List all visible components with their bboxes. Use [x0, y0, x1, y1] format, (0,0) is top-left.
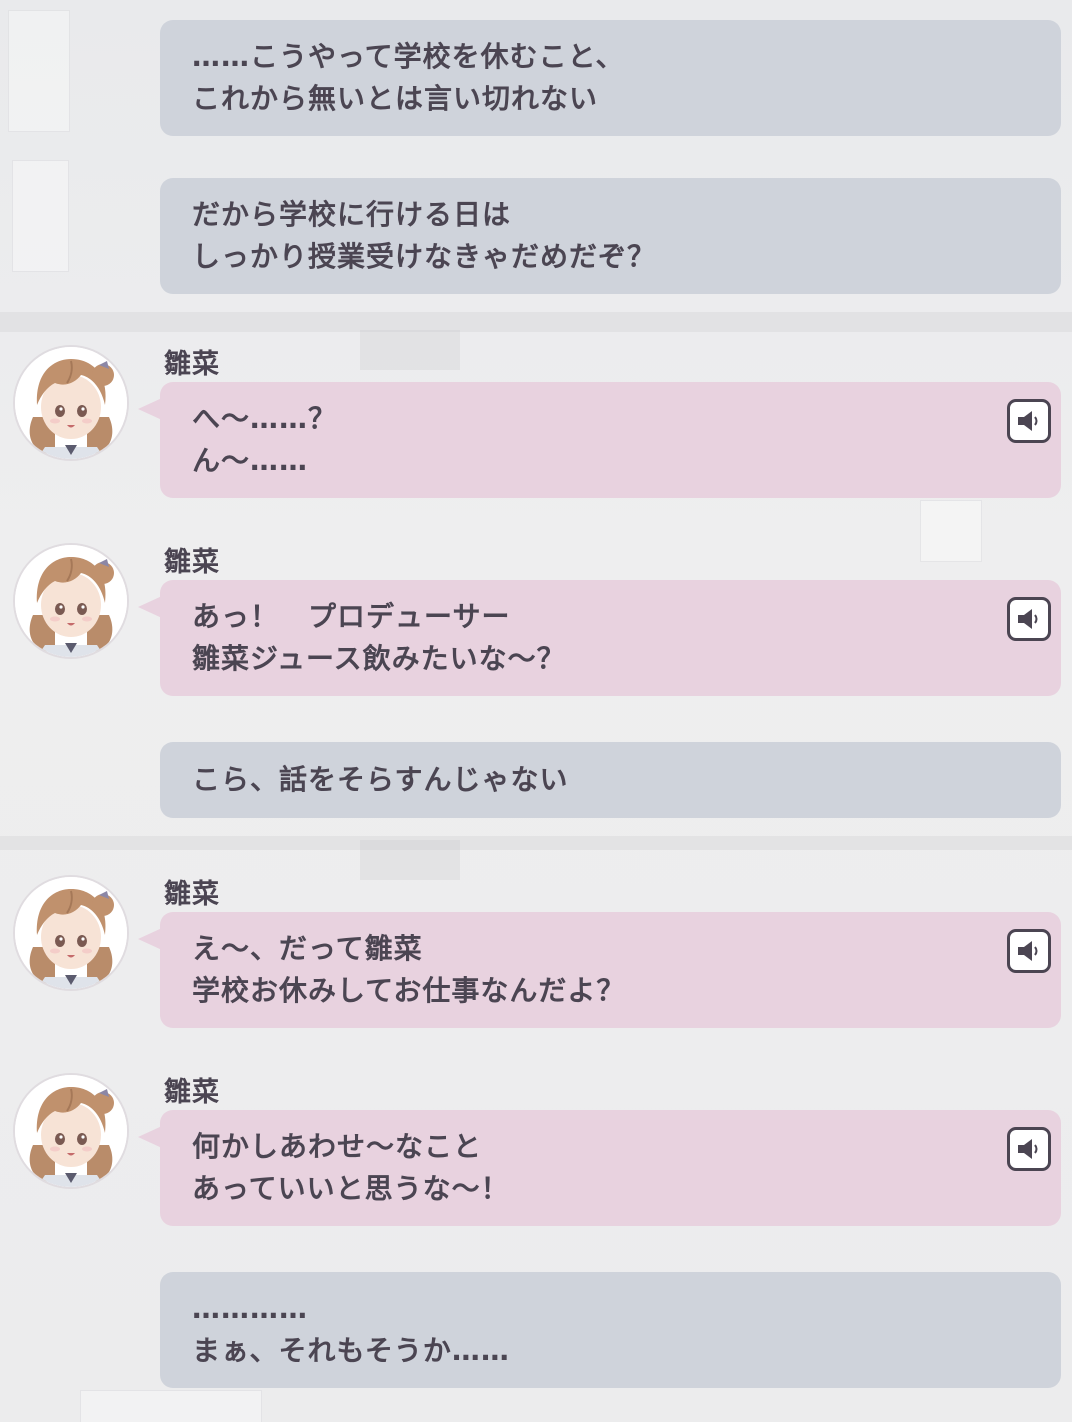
character-bubble: へ～……？ ん～……: [138, 382, 1061, 498]
speaker-icon: [1018, 941, 1038, 961]
voice-play-button[interactable]: [1007, 929, 1051, 973]
narration-bubble: だから学校に行ける日は しっかり授業受けなきゃだめだぞ？: [160, 178, 1061, 294]
message-line: ……こうやって学校を休むこと、: [192, 40, 625, 73]
narration-bubble: ……こうやって学校を休むこと、 これから無いとは言い切れない: [160, 20, 1061, 136]
message-line: 学校お休みしてお仕事なんだよ？: [192, 974, 626, 1007]
speaker-name: 雛菜: [164, 1077, 220, 1108]
voice-play-button[interactable]: [1007, 1127, 1051, 1171]
voice-play-button[interactable]: [1007, 597, 1051, 641]
character-bubble: え～、だって雛菜 学校お休みしてお仕事なんだよ？: [138, 912, 1061, 1028]
character-bubble: 何かしあわせ～なこと あっていいと思うな～！: [138, 1110, 1061, 1226]
character-bubble: あっ！ プロデューサー 雛菜ジュース飲みたいな～？: [138, 580, 1061, 696]
character-avatar: [15, 1075, 127, 1187]
voice-play-button[interactable]: [1007, 399, 1051, 443]
message-line: まぁ、それもそうか……: [192, 1334, 510, 1367]
character-avatar: [15, 347, 127, 459]
speaker-icon: [1018, 1139, 1038, 1159]
message-line: あっていいと思うな～！: [192, 1172, 510, 1205]
message-line: 雛菜ジュース飲みたいな～？: [192, 642, 566, 675]
character-avatar: [15, 877, 127, 989]
speaker-name: 雛菜: [164, 547, 220, 578]
speaker-name: 雛菜: [164, 879, 220, 910]
message-line: え～、だって雛菜: [192, 932, 423, 965]
message-line: しっかり授業受けなきゃだめだぞ？: [192, 240, 657, 273]
narration-bubble: こら、話をそらすんじゃない: [160, 742, 1061, 818]
narration-bubble: ………… まぁ、それもそうか……: [160, 1272, 1061, 1388]
chat-log: ……こうやって学校を休むこと、 これから無いとは言い切れない だから学校に行ける…: [0, 0, 1072, 1422]
message-line: 何かしあわせ～なこと: [192, 1130, 483, 1163]
speaker-icon: [1018, 411, 1038, 431]
message-line: だから学校に行ける日は: [192, 198, 512, 231]
message-line: へ～……？: [192, 402, 338, 435]
character-avatar: [15, 545, 127, 657]
message-line: あっ！ プロデューサー: [192, 600, 511, 633]
message-line: …………: [192, 1292, 308, 1325]
speaker-name: 雛菜: [164, 349, 220, 380]
speaker-icon: [1018, 609, 1038, 629]
message-line: これから無いとは言い切れない: [192, 82, 599, 115]
message-line: ん～……: [192, 444, 309, 477]
message-line: こら、話をそらすんじゃない: [192, 763, 569, 796]
